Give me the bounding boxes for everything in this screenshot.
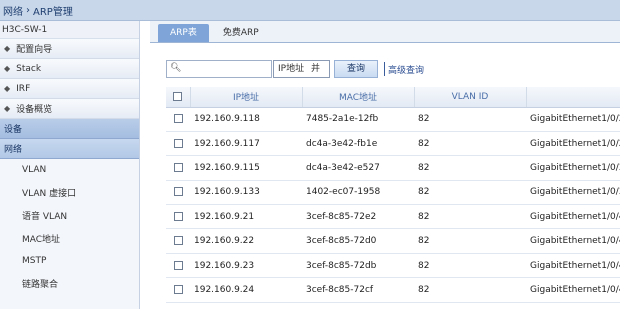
cell-port: GigabitEthernet1/0/49 <box>526 228 620 254</box>
search-field-select[interactable]: IP地址 并 <box>273 60 330 78</box>
cell-vlan: 82 <box>414 155 526 181</box>
cell-vlan: 82 <box>414 253 526 279</box>
sidebar-item-mstp[interactable]: MSTP <box>0 249 139 272</box>
row-checkbox[interactable] <box>166 107 190 132</box>
cell-vlan: 82 <box>414 277 526 303</box>
cell-mac: 7485-2a1e-12fb <box>302 107 414 132</box>
main-panel: ARP表 免费ARP 🔍︎ IP地址 并 查询 高级查询 IP地址 MAC地址 … <box>150 21 620 309</box>
column-header-port[interactable] <box>526 87 620 108</box>
diamond-icon: ◆ <box>4 104 11 113</box>
cell-ip: 192.160.9.21 <box>190 204 302 230</box>
cell-port: GigabitEthernet1/0/25 <box>526 107 620 132</box>
column-header-ip[interactable]: IP地址 <box>190 87 303 108</box>
tab-bar: ARP表 免费ARP <box>150 21 620 43</box>
row-checkbox[interactable] <box>166 253 190 279</box>
row-checkbox[interactable] <box>166 131 190 157</box>
cell-ip: 192.160.9.133 <box>190 180 302 206</box>
cell-mac: 3cef-8c85-72e2 <box>302 204 414 230</box>
diamond-icon: ◆ <box>4 44 11 53</box>
breadcrumb-parent[interactable]: 网络 <box>3 3 23 18</box>
table-row[interactable]: 192.160.9.24 3cef-8c85-72cf 82 GigabitEt… <box>166 277 620 303</box>
cell-vlan: 82 <box>414 107 526 132</box>
cell-port: GigabitEthernet1/0/32 <box>526 180 620 206</box>
table-row[interactable]: 192.160.9.117 dc4a-3e42-fb1e 82 GigabitE… <box>166 131 620 157</box>
sidebar-item-mac-address[interactable]: MAC地址 <box>0 227 139 250</box>
column-header-mac[interactable]: MAC地址 <box>302 87 415 108</box>
breadcrumb-separator: › <box>26 4 30 16</box>
cell-port: GigabitEthernet1/0/49 <box>526 204 620 230</box>
sidebar-group-irf[interactable]: ◆ IRF <box>0 79 139 99</box>
cell-ip: 192.160.9.117 <box>190 131 302 157</box>
breadcrumb: 网络 › ARP管理 <box>0 0 620 21</box>
sidebar-group-wizard[interactable]: ◆ 配置向导 <box>0 39 139 59</box>
breadcrumb-current: ARP管理 <box>33 6 73 18</box>
cell-ip: 192.160.9.24 <box>190 277 302 303</box>
select-all-checkbox[interactable] <box>166 87 191 108</box>
table-row[interactable]: 192.160.9.133 1402-ec07-1958 82 GigabitE… <box>166 180 620 206</box>
sidebar-item-vlan[interactable]: VLAN <box>0 159 139 182</box>
row-checkbox[interactable] <box>166 228 190 254</box>
row-checkbox[interactable] <box>166 155 190 181</box>
table-row[interactable]: 192.160.9.21 3cef-8c85-72e2 82 GigabitEt… <box>166 204 620 230</box>
row-checkbox[interactable] <box>166 204 190 230</box>
table-row[interactable]: 192.160.9.118 7485-2a1e-12fb 82 GigabitE… <box>166 107 620 132</box>
search-icon: 🔍︎ <box>170 63 182 73</box>
cell-mac: 1402-ec07-1958 <box>302 180 414 206</box>
cell-ip: 192.160.9.23 <box>190 253 302 279</box>
search-field-value: IP地址 <box>278 64 305 74</box>
table-row[interactable]: 192.160.9.23 3cef-8c85-72db 82 GigabitEt… <box>166 253 620 279</box>
diamond-icon: ◆ <box>4 64 11 73</box>
column-header-vlan[interactable]: VLAN ID <box>414 87 527 108</box>
cell-port: GigabitEthernet1/0/30 <box>526 155 620 181</box>
search-row: 🔍︎ IP地址 并 查询 高级查询 <box>166 59 424 79</box>
sidebar-item-link-aggregation[interactable]: 链路聚合 <box>0 272 139 295</box>
table-header-row: IP地址 MAC地址 VLAN ID <box>166 87 620 108</box>
cell-vlan: 82 <box>414 131 526 157</box>
sidebar-item-voice-vlan[interactable]: 语音 VLAN <box>0 204 139 227</box>
diamond-icon: ◆ <box>4 84 11 93</box>
sidebar-group-label: 配置向导 <box>16 45 53 55</box>
sidebar-item-vlan-interface[interactable]: VLAN 虚接口 <box>0 182 139 205</box>
cell-mac: 3cef-8c85-72cf <box>302 277 414 303</box>
cell-vlan: 82 <box>414 204 526 230</box>
cell-port: GigabitEthernet1/0/29 <box>526 131 620 157</box>
sidebar-group-label: IRF <box>16 83 31 94</box>
tab-arp-table[interactable]: ARP表 <box>158 24 209 42</box>
cell-mac: 3cef-8c85-72db <box>302 253 414 279</box>
cell-port: GigabitEthernet1/0/49 <box>526 253 620 279</box>
advanced-query-link[interactable]: 高级查询 <box>388 63 424 76</box>
search-input[interactable]: 🔍︎ <box>166 60 272 78</box>
device-name: H3C-SW-1 <box>0 21 139 39</box>
cell-ip: 192.160.9.118 <box>190 107 302 132</box>
cell-mac: 3cef-8c85-72d0 <box>302 228 414 254</box>
sidebar-group-stack[interactable]: ◆ Stack <box>0 59 139 79</box>
arp-table: IP地址 MAC地址 VLAN ID 192.160.9.118 7485-2a… <box>166 87 620 309</box>
sidebar-group-overview[interactable]: ◆ 设备概览 <box>0 99 139 119</box>
tab-gratuitous-arp[interactable]: 免费ARP <box>211 24 271 42</box>
cell-ip: 192.160.9.22 <box>190 228 302 254</box>
cell-port: GigabitEthernet1/0/49 <box>526 277 620 303</box>
query-button[interactable]: 查询 <box>334 60 379 78</box>
sidebar-group-label: Stack <box>16 63 42 74</box>
cell-mac: dc4a-3e42-fb1e <box>302 131 414 157</box>
table-row[interactable]: 192.160.9.22 3cef-8c85-72d0 82 GigabitEt… <box>166 228 620 254</box>
sidebar-group-label: 设备概览 <box>16 105 53 115</box>
divider <box>384 62 386 76</box>
cell-vlan: 82 <box>414 180 526 206</box>
table-row[interactable]: 192.160.9.115 dc4a-3e42-e527 82 GigabitE… <box>166 155 620 181</box>
search-field-extra: 并 <box>310 64 320 74</box>
sidebar-section-network[interactable]: 网络 <box>0 139 139 159</box>
sidebar-section-device[interactable]: 设备 <box>0 119 139 139</box>
cell-mac: dc4a-3e42-e527 <box>302 155 414 181</box>
row-checkbox[interactable] <box>166 180 190 206</box>
sidebar: H3C-SW-1 ◆ 配置向导 ◆ Stack ◆ IRF ◆ 设备概览 设备 … <box>0 21 140 309</box>
cell-vlan: 82 <box>414 228 526 254</box>
row-checkbox[interactable] <box>166 277 190 303</box>
cell-ip: 192.160.9.115 <box>190 155 302 181</box>
